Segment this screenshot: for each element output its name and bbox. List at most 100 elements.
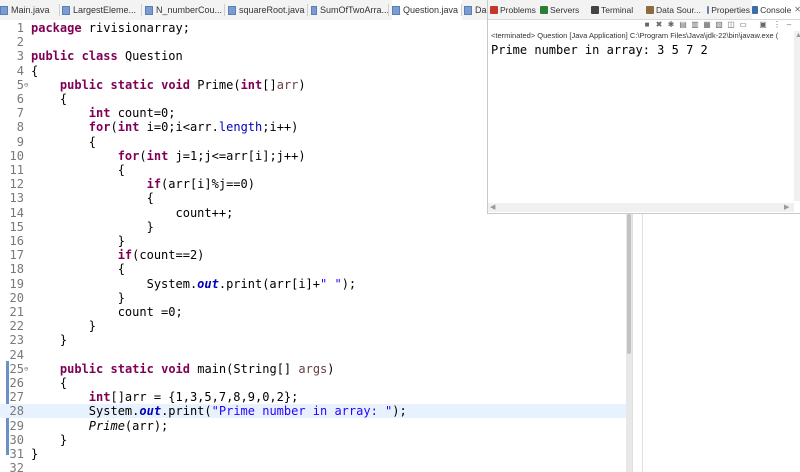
console-tab-bar: Problems Servers Terminal Data Sour... Prope… [488,0,800,20]
code-text: public static void Prime(int[]arr) [31,78,306,92]
code-token: package [31,21,82,35]
code-token: (count==2) [132,248,205,263]
console-tab[interactable]: Properties [707,0,750,19]
console-output[interactable]: Prime number in array: 3 5 7 2 [491,43,708,57]
code-line[interactable]: 30 } [0,433,626,447]
scroll-right-icon[interactable]: ▶ [784,203,789,211]
editor-tab-label: Da [475,5,487,15]
code-token: [] [262,77,277,92]
code-text: int count=0; [31,106,176,120]
fold-toggle-icon[interactable]: ⊖ [24,78,28,92]
open-console-icon[interactable]: ▣ [759,21,767,29]
editor-tab[interactable]: N_numberCou... [145,0,225,20]
terminal-icon [591,5,599,14]
code-token: for [117,148,140,163]
code-line[interactable]: 32 [0,461,626,472]
console-vertical-scrollbar[interactable]: ▲ [794,31,800,201]
code-line[interactable]: 22 } [0,319,626,333]
code-text: System.out.print(arr[i]+" "); [31,276,357,291]
tab-separator [141,4,142,16]
code-token: int [146,148,169,163]
console-tab[interactable]: Console ✕ [752,0,800,19]
code-line[interactable]: 27 int[]arr = {1,3,5,7,8,9,0,2}; [0,390,626,404]
console-tab[interactable]: Problems [490,0,538,19]
code-text: count++; [31,206,233,220]
editor-tab[interactable]: Question.java [392,0,462,20]
code-line[interactable]: 28 System.out.print("Prime number in arr… [0,404,626,419]
code-line[interactable]: 19 System.out.print(arr[i]+" "); [0,277,626,291]
line-number: 14 [9,205,24,220]
code-line[interactable]: 26 { [0,376,626,390]
java-file-icon [311,5,317,15]
console-tab[interactable]: Servers [540,0,589,19]
minimize-icon[interactable]: – [785,21,793,29]
line-number: 5 [16,77,24,92]
code-token: if [146,177,162,192]
console-tab[interactable]: Terminal [591,0,644,19]
pin-console-icon[interactable]: ◫ [727,21,735,29]
code-line[interactable]: 15 } [0,220,626,234]
code-line[interactable]: 17 if(count==2) [0,248,626,262]
code-text: for(int j=1;j<=arr[i];j++) [31,149,306,163]
code-token: static [110,361,154,376]
show-stderr-icon[interactable]: ▧ [715,21,723,29]
code-line[interactable]: 31} [0,447,626,461]
editor-tab[interactable]: squareRoot.java [228,0,308,20]
tab-separator [59,4,60,16]
editor-tab-bar: Main.java LargestEleme... N_numberCou... sq… [0,0,488,21]
fold-toggle-icon[interactable]: ⊖ [24,362,28,376]
code-token: int [240,77,263,92]
remove-launch-icon[interactable]: ■ [643,21,651,29]
console-horizontal-scrollbar[interactable]: ◀ ▶ [488,203,794,212]
code-token: if [117,248,133,263]
code-line[interactable]: 20 } [0,291,626,305]
code-line[interactable]: 16 } [0,234,626,248]
code-line[interactable]: 21 count =0; [0,305,626,319]
editor-tab[interactable]: SumOfTwoArra... [311,0,389,20]
code-text: System.out.print("Prime number in array:… [31,404,407,418]
clear-console-icon[interactable]: ✱ [667,21,675,29]
code-token: []arr = {1,3,5,7,8,9,0,2}; [110,390,299,405]
code-line[interactable]: 25 ⊖ public static void main(String[] arg… [0,362,626,376]
tab-separator [307,4,308,16]
remove-all-icon[interactable]: ✖ [655,21,663,29]
code-text: { [31,163,125,177]
code-token: " " [320,276,342,291]
console-tab[interactable]: Data Sour... [646,0,705,19]
code-token: { [31,191,154,206]
close-icon[interactable]: ✕ [794,5,800,14]
line-number: 24 [9,347,24,362]
code-text: if(arr[i]%j==0) [31,177,255,191]
editor-tab[interactable]: Main.java [0,0,60,20]
scroll-lock-icon[interactable]: ▤ [679,21,687,29]
line-number: 23 [9,333,24,348]
line-number: 21 [9,305,24,319]
view-menu-icon[interactable]: ⋮ [773,21,781,29]
editor-tab[interactable]: Da [464,0,488,20]
word-wrap-icon[interactable]: ▥ [691,21,699,29]
editor-tab[interactable]: LargestEleme... [62,0,142,20]
java-file-icon [0,5,8,15]
code-text: { [31,262,125,276]
code-token: i=0;i<arr. [139,120,219,135]
code-line[interactable]: 23 } [0,333,626,347]
console-toolbar: ■ ✖ ✱ ▤ ▥ ▦ ▧ ◫ ▭ ▣ ⋮ – [488,19,800,31]
code-line[interactable]: 29 Prime(arr); [0,419,626,433]
editor-tab-label: Main.java [11,5,50,15]
line-number: 28 [9,404,24,419]
display-console-icon[interactable]: ▭ [739,21,747,29]
editor-scrollbar-thumb[interactable] [627,214,631,354]
scroll-up-icon[interactable]: ▲ [795,32,800,39]
show-stdout-icon[interactable]: ▦ [703,21,711,29]
code-token: } [31,234,125,248]
code-token: public [59,77,104,92]
java-file-icon [145,5,153,15]
code-token: } [31,432,68,447]
code-line[interactable]: 24 [0,348,626,362]
scroll-left-icon[interactable]: ◀ [490,203,495,211]
code-line[interactable]: 18 { [0,262,626,276]
